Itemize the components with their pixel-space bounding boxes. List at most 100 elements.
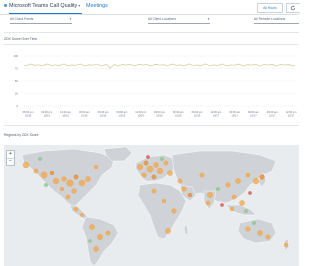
x-tick-date-label: 10/15 xyxy=(25,114,32,118)
region-marker[interactable] xyxy=(49,170,55,176)
region-marker[interactable] xyxy=(251,220,256,225)
x-tick-time-label: 03:00 pm xyxy=(154,110,165,114)
world-map[interactable] xyxy=(4,145,299,266)
map-zoom-control: + − xyxy=(6,150,15,166)
zdx-score-series-line xyxy=(23,63,296,69)
region-marker[interactable] xyxy=(71,188,77,194)
time-range-button[interactable]: All Hours xyxy=(257,3,283,13)
time-range-label: All Hours xyxy=(263,6,277,10)
region-marker[interactable] xyxy=(141,172,147,178)
region-marker[interactable] xyxy=(165,228,171,234)
x-tick-time-label: 09:00 pm xyxy=(41,110,52,114)
tab-meetings[interactable]: Meetings xyxy=(86,0,108,13)
client-locations-filter[interactable]: All Client Locations ▼ xyxy=(148,16,210,24)
region-marker[interactable] xyxy=(177,178,183,184)
x-tick-date-label: 10/16 xyxy=(62,114,69,118)
x-tick-date-label: 10/16 xyxy=(119,114,126,118)
region-marker[interactable] xyxy=(44,183,49,188)
dropdown-arrow-icon: ▼ xyxy=(69,17,72,21)
region-marker[interactable] xyxy=(167,170,173,176)
region-marker[interactable] xyxy=(181,186,187,192)
region-marker[interactable] xyxy=(187,192,193,198)
region-marker[interactable] xyxy=(73,174,79,180)
chart-grid xyxy=(24,55,295,107)
y-tick-label: 100 xyxy=(13,54,18,58)
region-marker[interactable] xyxy=(153,162,159,168)
cloud-points-filter[interactable]: All Cloud Points ▼ xyxy=(10,16,72,24)
x-tick-date-label: 10/15 xyxy=(44,114,51,118)
x-tick-date-label: 10/17 xyxy=(288,114,295,118)
region-marker[interactable] xyxy=(252,177,260,185)
region-marker[interactable] xyxy=(171,208,177,214)
region-marker[interactable] xyxy=(52,177,60,185)
region-marker[interactable] xyxy=(79,212,84,217)
region-marker[interactable] xyxy=(93,246,99,252)
refresh-button[interactable] xyxy=(286,3,300,13)
region-marker[interactable] xyxy=(199,172,205,178)
central-america-landmass xyxy=(69,204,89,220)
world-map-canvas xyxy=(21,146,290,266)
region-marker[interactable] xyxy=(151,188,157,194)
region-marker[interactable] xyxy=(220,203,224,207)
region-marker[interactable] xyxy=(38,156,43,161)
x-tick-time-label: 06:00 pm xyxy=(23,110,34,114)
x-tick-time-label: 12:00 pm xyxy=(286,110,297,114)
tab-label: Microsoft Teams Call Quality xyxy=(9,3,78,9)
region-marker[interactable] xyxy=(96,233,103,240)
region-marker[interactable] xyxy=(33,168,39,174)
region-marker[interactable] xyxy=(73,206,79,212)
region-marker[interactable] xyxy=(159,156,164,161)
x-tick-time-label: 03:00 am xyxy=(79,110,90,114)
x-tick-date-label: 10/17 xyxy=(269,114,276,118)
region-marker[interactable] xyxy=(243,208,248,213)
x-tick-time-label: 06:00 am xyxy=(248,110,259,114)
region-marker[interactable] xyxy=(163,160,169,166)
region-marker[interactable] xyxy=(85,176,91,182)
region-marker[interactable] xyxy=(257,230,263,236)
region-marker[interactable] xyxy=(248,191,252,195)
region-marker[interactable] xyxy=(225,182,231,188)
region-marker[interactable] xyxy=(22,161,30,169)
x-tick-date-label: 10/17 xyxy=(231,114,238,118)
region-marker[interactable] xyxy=(205,200,211,206)
refresh-icon xyxy=(290,5,296,11)
region-marker[interactable] xyxy=(235,178,241,184)
remote-locations-filter[interactable]: All Remote Locations xyxy=(254,16,299,24)
region-marker[interactable] xyxy=(245,226,251,232)
region-marker[interactable] xyxy=(146,165,154,173)
x-tick-date-label: 10/16 xyxy=(194,114,201,118)
region-marker[interactable] xyxy=(151,174,157,180)
region-marker[interactable] xyxy=(40,171,48,179)
region-marker[interactable] xyxy=(61,176,67,182)
zdx-score-line-chart: 1007550250 06:00 pm10/1509:00 pm10/1512:… xyxy=(13,54,297,118)
region-marker[interactable] xyxy=(88,239,92,243)
region-marker[interactable] xyxy=(136,164,143,171)
region-marker[interactable] xyxy=(229,206,235,212)
region-marker[interactable] xyxy=(89,224,95,230)
region-marker[interactable] xyxy=(161,198,167,204)
region-marker[interactable] xyxy=(65,194,71,200)
region-marker[interactable] xyxy=(283,242,289,248)
region-marker[interactable] xyxy=(206,192,213,199)
region-marker[interactable] xyxy=(231,194,237,200)
region-marker[interactable] xyxy=(239,200,245,206)
region-marker[interactable] xyxy=(146,155,150,159)
region-marker[interactable] xyxy=(156,167,164,175)
region-marker[interactable] xyxy=(143,160,149,166)
region-marker[interactable] xyxy=(93,164,99,170)
region-marker[interactable] xyxy=(245,172,251,178)
region-marker[interactable] xyxy=(215,187,220,192)
south-america-landmass xyxy=(81,216,119,266)
region-marker[interactable] xyxy=(59,186,65,192)
x-tick-time-label: 09:00 am xyxy=(117,110,128,114)
y-tick-label: 0 xyxy=(16,104,18,108)
tab-microsoft-teams-call-quality[interactable]: Microsoft Teams Call Quality▾ xyxy=(9,0,83,14)
region-marker[interactable] xyxy=(259,174,265,180)
y-tick-label: 50 xyxy=(15,79,19,83)
region-marker[interactable] xyxy=(265,234,271,240)
zoom-out-button[interactable]: − xyxy=(7,158,14,165)
x-tick-date-label: 10/16 xyxy=(156,114,163,118)
region-marker[interactable] xyxy=(66,179,74,187)
region-marker[interactable] xyxy=(105,230,111,236)
region-marker[interactable] xyxy=(78,179,86,187)
